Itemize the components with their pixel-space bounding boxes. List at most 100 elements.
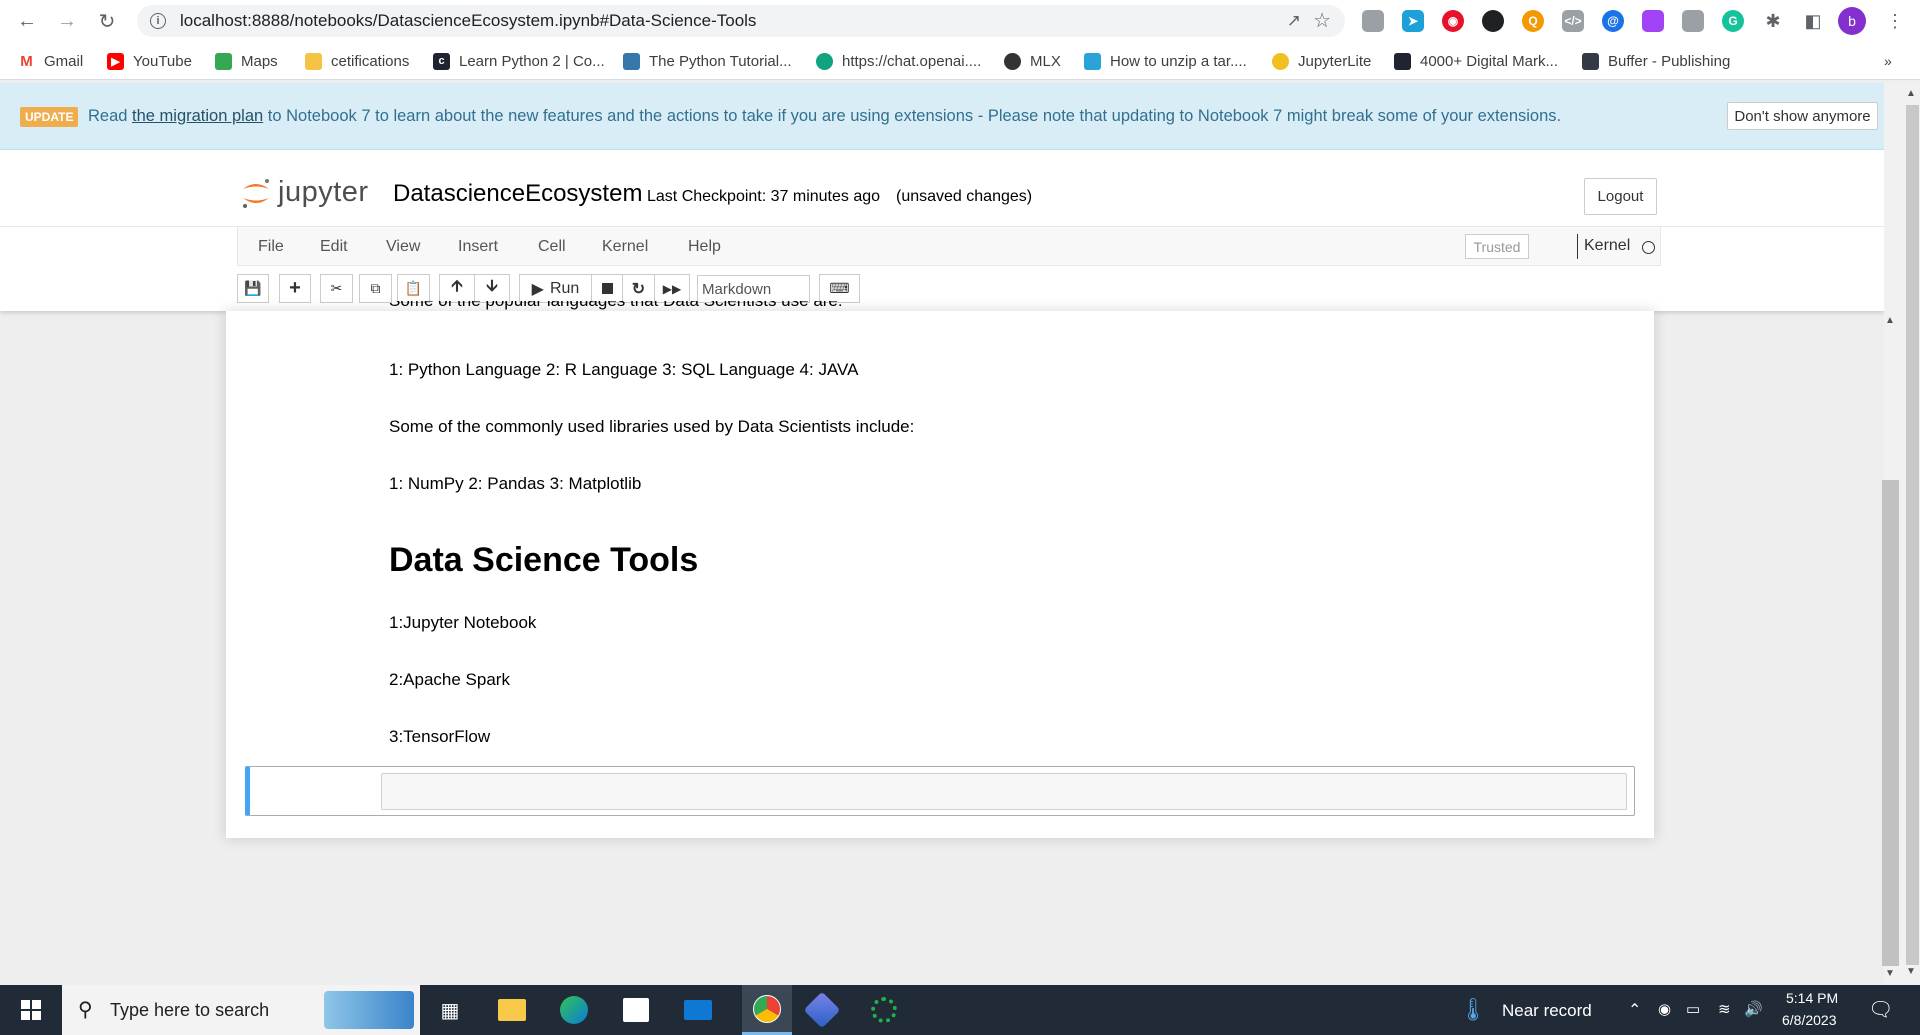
file-explorer-icon[interactable] bbox=[494, 992, 530, 1028]
bookmark-label: The Python Tutorial... bbox=[649, 52, 792, 70]
wifi-icon[interactable]: ≋ bbox=[1718, 1000, 1731, 1018]
weather-thermometer-icon[interactable]: 🌡 bbox=[1455, 992, 1491, 1028]
menu-file[interactable]: File bbox=[258, 238, 284, 256]
save-button[interactable]: 💾 bbox=[237, 274, 269, 303]
share-icon[interactable]: ↗ bbox=[1287, 11, 1301, 31]
extension-icon[interactable]: ➤ bbox=[1402, 10, 1424, 32]
move-up-button[interactable]: 🡩 bbox=[439, 274, 475, 303]
scroll-down-arrow-icon[interactable]: ▼ bbox=[1906, 966, 1916, 977]
insert-cell-button[interactable]: + bbox=[279, 274, 311, 303]
menu-cell[interactable]: Cell bbox=[538, 238, 566, 256]
reload-icon[interactable]: ↻ bbox=[94, 8, 120, 34]
notebook-scrollbar-thumb[interactable] bbox=[1882, 480, 1899, 966]
teams-app-icon[interactable] bbox=[803, 991, 841, 1029]
back-icon[interactable]: ← bbox=[14, 8, 40, 34]
bookmark-buffer[interactable]: Buffer - Publishing bbox=[1582, 51, 1730, 71]
migration-plan-link[interactable]: the migration plan bbox=[132, 107, 263, 125]
bookmark-jupyterlite[interactable]: JupyterLite bbox=[1272, 51, 1371, 71]
grammarly-icon[interactable]: G bbox=[1722, 10, 1744, 32]
paste-button[interactable]: 📋 bbox=[397, 274, 430, 303]
jupyter-app-icon[interactable] bbox=[866, 992, 902, 1028]
notebook-scroll-up-icon[interactable]: ▲ bbox=[1885, 315, 1895, 326]
menu-edit[interactable]: Edit bbox=[320, 238, 348, 256]
jupyter-logo-icon[interactable] bbox=[240, 176, 272, 210]
arrow-up-icon: 🡩 bbox=[451, 278, 463, 295]
bookmark-star-icon[interactable]: ☆ bbox=[1313, 8, 1331, 33]
edge-icon[interactable] bbox=[556, 992, 592, 1028]
move-down-button[interactable]: 🡫 bbox=[474, 274, 510, 303]
notebook-name[interactable]: DatascienceEcosystem bbox=[393, 180, 642, 208]
bookmark-gmail[interactable]: M Gmail bbox=[18, 51, 83, 71]
cut-button[interactable]: ✂ bbox=[320, 274, 353, 303]
notebook-scroll-down-icon[interactable]: ▼ bbox=[1885, 968, 1895, 979]
chrome-icon[interactable] bbox=[742, 985, 792, 1035]
bookmark-chat-openai[interactable]: https://chat.openai.... bbox=[816, 51, 981, 71]
restart-button[interactable]: ↻ bbox=[622, 274, 655, 303]
menu-view[interactable]: View bbox=[386, 238, 420, 256]
notifications-icon[interactable]: 🗨 bbox=[1868, 997, 1893, 1022]
battery-icon[interactable]: ▭ bbox=[1686, 1000, 1700, 1018]
copy-button[interactable]: ⧉ bbox=[359, 274, 392, 303]
menu-insert[interactable]: Insert bbox=[458, 238, 498, 256]
bookmark-youtube[interactable]: ▶ YouTube bbox=[107, 51, 192, 71]
youtube-icon: ▶ bbox=[107, 52, 124, 70]
address-bar[interactable]: i localhost:8888/notebooks/DatascienceEc… bbox=[137, 5, 1345, 37]
bookmark-digital-marketing[interactable]: 4000+ Digital Mark... bbox=[1394, 51, 1558, 71]
extension-icon[interactable]: Q bbox=[1522, 10, 1544, 32]
clock-date[interactable]: 6/8/2023 bbox=[1782, 1012, 1837, 1028]
scissors-icon: ✂ bbox=[330, 280, 343, 296]
mail-icon[interactable] bbox=[680, 992, 716, 1028]
paste-icon: 📋 bbox=[404, 280, 423, 296]
command-palette-button[interactable]: ⌨ bbox=[819, 274, 860, 303]
forward-icon[interactable]: → bbox=[54, 8, 80, 34]
jupyterlite-icon bbox=[1272, 52, 1289, 70]
interrupt-button[interactable] bbox=[591, 274, 623, 303]
extension-icon[interactable] bbox=[1682, 10, 1704, 32]
volume-icon[interactable]: 🔊 bbox=[1744, 1000, 1763, 1018]
extension-icon[interactable]: ◉ bbox=[1442, 10, 1464, 32]
site-info-icon[interactable]: i bbox=[150, 13, 166, 29]
logout-button[interactable]: Logout bbox=[1584, 178, 1657, 215]
menu-kebab-icon[interactable]: ⋮ bbox=[1882, 8, 1908, 34]
dont-show-button[interactable]: Don't show anymore bbox=[1727, 102, 1878, 130]
scroll-up-arrow-icon[interactable]: ▲ bbox=[1906, 88, 1916, 99]
side-panel-icon[interactable]: ◧ bbox=[1800, 8, 1826, 34]
menu-help[interactable]: Help bbox=[688, 238, 721, 256]
cell-type-select[interactable]: Markdown bbox=[697, 275, 810, 303]
restart-run-all-button[interactable]: ▶▶ bbox=[654, 274, 690, 303]
bookmark-unzip[interactable]: How to unzip a tar.... bbox=[1084, 51, 1247, 71]
fast-forward-icon: ▶▶ bbox=[662, 281, 682, 296]
extension-icon[interactable] bbox=[1362, 10, 1384, 32]
more-bookmarks-icon[interactable]: » bbox=[1884, 51, 1892, 71]
jupyter-logo-text[interactable]: jupyter bbox=[278, 176, 369, 209]
bookmark-mlx[interactable]: MLX bbox=[1004, 51, 1061, 71]
run-button[interactable]: ▶ Run bbox=[519, 274, 592, 303]
unzip-icon bbox=[1084, 52, 1101, 70]
extension-icon[interactable] bbox=[1482, 10, 1504, 32]
trusted-indicator[interactable]: Trusted bbox=[1465, 234, 1529, 259]
save-icon: 💾 bbox=[244, 280, 262, 296]
clock-time[interactable]: 5:14 PM bbox=[1786, 990, 1838, 1006]
languages-line: 1: Python Language 2: R Language 3: SQL … bbox=[389, 360, 859, 379]
bookmark-learn-python[interactable]: c Learn Python 2 | Co... bbox=[433, 51, 605, 71]
menu-kernel[interactable]: Kernel bbox=[602, 238, 648, 256]
windows-start-icon[interactable] bbox=[13, 992, 49, 1028]
profile-avatar[interactable]: b bbox=[1838, 7, 1866, 35]
bookmark-maps[interactable]: Maps bbox=[215, 51, 278, 71]
bookmark-cetifications[interactable]: cetifications bbox=[305, 51, 409, 71]
extension-icon[interactable]: @ bbox=[1602, 10, 1624, 32]
last-checkpoint: Last Checkpoint: 37 minutes ago bbox=[647, 188, 881, 205]
taskbar-search-box[interactable]: ⚲ Type here to search bbox=[62, 985, 420, 1035]
store-icon[interactable] bbox=[618, 992, 654, 1028]
code-cell-input[interactable] bbox=[381, 773, 1627, 810]
extension-icon[interactable] bbox=[1642, 10, 1664, 32]
task-view-icon[interactable]: ▦ bbox=[432, 992, 468, 1028]
bookmark-python-tutorial[interactable]: The Python Tutorial... bbox=[623, 51, 792, 71]
meet-now-icon[interactable]: ◉ bbox=[1658, 1000, 1671, 1018]
extension-icon[interactable]: </> bbox=[1562, 10, 1584, 32]
extensions-puzzle-icon[interactable]: ✱ bbox=[1760, 8, 1786, 34]
page-scrollbar-thumb[interactable] bbox=[1906, 105, 1919, 965]
plus-icon: + bbox=[289, 277, 301, 299]
weather-text[interactable]: Near record bbox=[1502, 1001, 1592, 1021]
tray-chevron-icon[interactable]: ⌃ bbox=[1628, 1000, 1641, 1020]
